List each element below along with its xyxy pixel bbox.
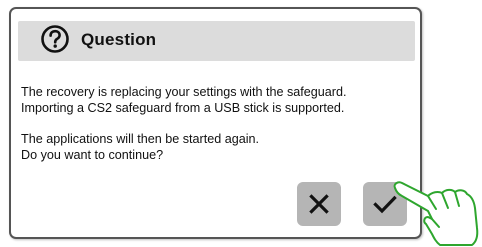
close-icon bbox=[309, 194, 329, 214]
pointing-hand-icon bbox=[392, 178, 482, 247]
dialog-title: Question bbox=[81, 30, 157, 49]
question-dialog: Question The recovery is replacing your … bbox=[9, 7, 422, 239]
dialog-message: The recovery is replacing your settings … bbox=[21, 85, 417, 163]
dialog-title-bar: Question bbox=[18, 21, 415, 61]
message-line: Importing a CS2 safeguard from a USB sti… bbox=[21, 100, 345, 115]
question-circle-icon bbox=[40, 24, 70, 54]
message-line: The applications will then be started ag… bbox=[21, 132, 260, 146]
cancel-button[interactable] bbox=[297, 182, 341, 226]
message-line: Do you want to continue? bbox=[21, 147, 164, 162]
message-line: The recovery is replacing your settings … bbox=[21, 85, 347, 99]
